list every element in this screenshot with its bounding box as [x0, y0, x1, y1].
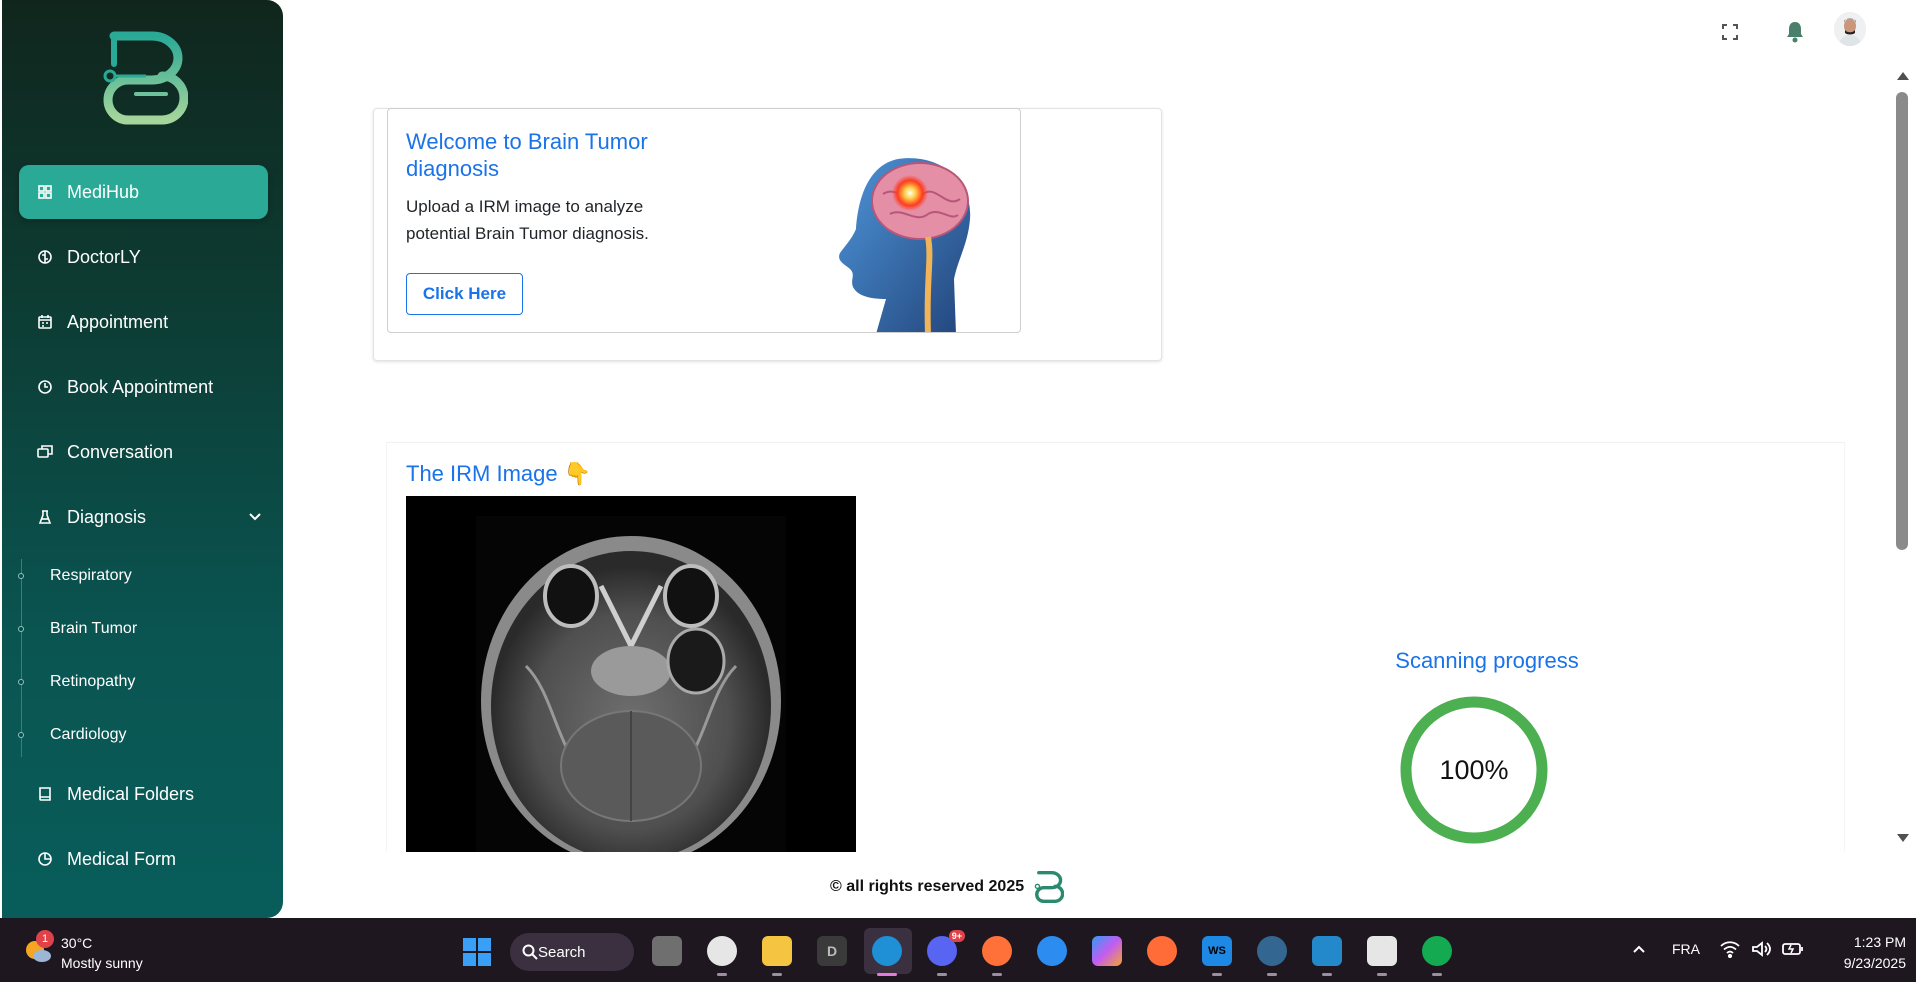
webstorm-icon[interactable]: WS [1202, 936, 1232, 976]
subitem-label: Brain Tumor [50, 620, 138, 637]
calendar-icon [37, 314, 53, 330]
weather-badge: 1 [36, 930, 54, 948]
sidebar-subitem-cardiology[interactable]: Cardiology [18, 720, 127, 750]
windows-start-icon[interactable] [462, 937, 492, 967]
clock-date[interactable]: 9/23/2025 [1810, 955, 1906, 971]
pie-icon [37, 851, 53, 867]
bullet-icon [18, 573, 24, 579]
task-view-icon[interactable] [652, 936, 682, 966]
scroll-down-arrow-icon[interactable] [1897, 834, 1909, 842]
notification-badge: 9+ [948, 930, 965, 942]
battery-icon[interactable] [1782, 940, 1804, 958]
scan-progress-value: 100% [1439, 754, 1509, 785]
brain-head-illustration [839, 158, 971, 332]
file-explorer-icon[interactable] [762, 936, 792, 976]
bullet-icon [18, 732, 24, 738]
system-tray[interactable] [1720, 940, 1804, 960]
sidebar-item-label: MediHub [67, 181, 140, 202]
page-scrollbar[interactable] [1893, 68, 1911, 846]
language-indicator[interactable]: FRA [1672, 941, 1700, 957]
sidebar-item-label: Conversation [67, 441, 174, 462]
footer-text: © all rights reserved 2025 [830, 878, 1025, 895]
footer-logo [1034, 871, 1065, 903]
scroll-up-arrow-icon[interactable] [1897, 72, 1909, 80]
sidebar-item-conversation[interactable]: Conversation [19, 425, 268, 479]
sidebar-item-label: Medical Folders [67, 783, 195, 804]
mongodb-icon[interactable] [1422, 936, 1452, 976]
clock-icon [37, 379, 53, 395]
chevron-up-icon[interactable] [1630, 940, 1648, 958]
browser-viewport: MediHub DoctorLY Appointment Book Appoin… [0, 0, 1916, 918]
book-icon [37, 786, 53, 802]
scanning-progress-title: Scanning progress [1395, 648, 1579, 673]
irm-title: The IRM Image 👇 [406, 461, 592, 486]
grid-icon [37, 184, 53, 200]
irm-scan-image [406, 496, 856, 852]
bullet-icon [18, 679, 24, 685]
discord-icon[interactable]: 9+ [927, 930, 965, 976]
sidebar-item-medihub[interactable]: MediHub [19, 165, 268, 219]
weather-condition[interactable]: Mostly sunny [61, 955, 143, 971]
welcome-title: Welcome to Brain Tumor diagnosis [406, 129, 648, 181]
postman-icon[interactable] [1147, 936, 1177, 966]
bullet-icon [18, 626, 24, 632]
bell-icon[interactable] [1779, 16, 1811, 48]
sidebar-item-label: Medical Form [67, 848, 177, 869]
sidebar-item-label: Book Appointment [67, 376, 214, 397]
sidebar-subitem-retinopathy[interactable]: Retinopathy [18, 667, 136, 697]
sidebar-item-diagnosis[interactable]: Diagnosis [19, 490, 268, 544]
postgresql-icon[interactable] [1257, 936, 1287, 976]
firefox-icon[interactable] [982, 936, 1012, 976]
avatar[interactable] [1834, 12, 1866, 46]
search-icon [522, 944, 538, 960]
footer: © all rights reserved 2025 [830, 870, 1065, 904]
app-d-letter: D [826, 943, 838, 959]
sidebar-item-label: DoctorLY [67, 246, 141, 267]
fullscreen-icon[interactable] [1714, 16, 1746, 48]
welcome-description: Upload a IRM image to analyze potential … [406, 197, 649, 243]
sidebar: MediHub DoctorLY Appointment Book Appoin… [2, 0, 283, 918]
subitem-label: Retinopathy [50, 673, 136, 690]
app-store-icon[interactable] [707, 936, 737, 976]
welcome-banner: Welcome to Brain Tumor diagnosis Upload … [387, 108, 1021, 333]
subitem-label: Respiratory [50, 567, 132, 584]
volume-icon[interactable] [1751, 940, 1771, 958]
flask-icon [37, 509, 53, 525]
sidebar-item-medical-form[interactable]: Medical Form [19, 832, 268, 886]
messenger-icon[interactable] [1037, 936, 1067, 966]
sidebar-item-doctorly[interactable]: DoctorLY [19, 230, 268, 284]
copilot-icon[interactable] [1092, 936, 1122, 966]
edge-browser-icon[interactable] [872, 936, 902, 976]
vscode-icon[interactable] [1312, 936, 1342, 976]
sidebar-item-book-appointment[interactable]: Book Appointment [19, 360, 268, 414]
clock-time[interactable]: 1:23 PM [1810, 934, 1906, 950]
chat-icon [37, 444, 53, 460]
sidebar-item-label: Diagnosis [67, 506, 147, 527]
click-here-button[interactable]: Click Here [406, 273, 523, 315]
subitem-label: Cardiology [50, 726, 127, 743]
wifi-icon[interactable] [1720, 940, 1740, 958]
app-ws-letter: WS [1208, 945, 1226, 957]
app-logo[interactable] [100, 28, 188, 128]
sidebar-subitem-respiratory[interactable]: Respiratory [18, 561, 132, 591]
irm-card: The IRM Image 👇 Scanning progress 100% [386, 442, 1845, 852]
sidebar-item-medical-folders[interactable]: Medical Folders [19, 767, 268, 821]
chevron-down-icon[interactable] [246, 508, 264, 526]
sidebar-item-appointment[interactable]: Appointment [19, 295, 268, 349]
scroll-thumb[interactable] [1896, 92, 1908, 550]
brain-icon [37, 249, 53, 265]
weather-temperature[interactable]: 30°C [61, 935, 92, 951]
windows-taskbar: 1 30°C Mostly sunny Search D 9+ WS FRA 1… [0, 918, 1916, 982]
taskbar-search-button[interactable]: Search [510, 933, 634, 971]
search-label: Search [538, 943, 586, 961]
sidebar-item-label: Appointment [67, 311, 169, 332]
snipping-tool-icon[interactable] [1367, 936, 1397, 976]
app-d-icon[interactable]: D [817, 936, 847, 966]
sidebar-subitem-brain-tumor[interactable]: Brain Tumor [18, 614, 138, 644]
